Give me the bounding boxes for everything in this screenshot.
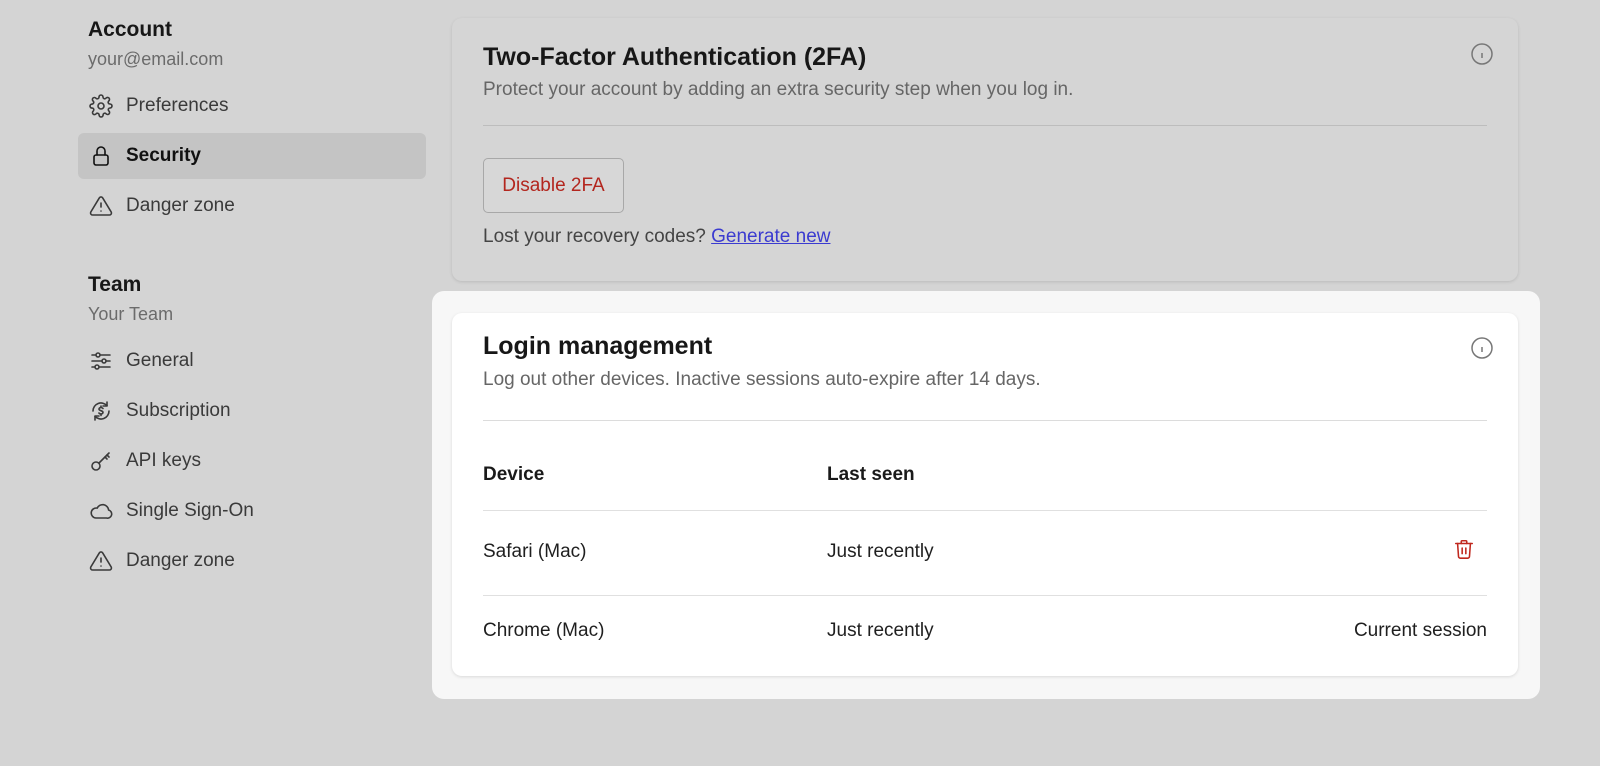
sidebar-item-label: Danger zone — [126, 195, 235, 216]
disable-2fa-button[interactable]: Disable 2FA — [483, 158, 624, 213]
sidebar-item-label: Single Sign-On — [126, 500, 254, 521]
sidebar-item-label: General — [126, 350, 194, 371]
sidebar-item-general[interactable]: General — [78, 338, 426, 384]
sidebar-item-danger-zone[interactable]: Danger zone — [78, 183, 426, 229]
login-management-title: Login management — [483, 332, 713, 360]
login-management-description: Log out other devices. Inactive sessions… — [483, 369, 1041, 390]
divider — [483, 125, 1487, 126]
cloud-icon — [88, 498, 114, 524]
row-separator — [483, 595, 1487, 596]
sidebar-item-label: Security — [126, 145, 201, 166]
sliders-icon — [88, 348, 114, 374]
gear-icon — [88, 93, 114, 119]
account-title: Account — [88, 18, 172, 41]
recovery-codes-text: Lost your recovery codes? Generate new — [483, 226, 830, 248]
sidebar-item-label: API keys — [126, 450, 201, 471]
two-factor-description: Protect your account by adding an extra … — [483, 79, 1074, 100]
session-last-seen: Just recently — [827, 541, 934, 562]
warning-icon — [88, 548, 114, 574]
sidebar-item-label: Preferences — [126, 95, 229, 116]
session-last-seen: Just recently — [827, 620, 934, 641]
table-row: Safari (Mac) Just recently — [483, 530, 1487, 574]
divider — [483, 420, 1487, 421]
table-row: Chrome (Mac) Just recently Current sessi… — [483, 609, 1487, 653]
column-header-last-seen: Last seen — [827, 464, 915, 485]
sidebar-item-preferences[interactable]: Preferences — [78, 83, 426, 129]
key-icon — [88, 448, 114, 474]
trash-icon[interactable] — [1453, 538, 1477, 562]
info-icon[interactable] — [1470, 336, 1494, 360]
sidebar-item-security[interactable]: Security — [78, 133, 426, 179]
sidebar-item-subscription[interactable]: Subscription — [78, 388, 426, 434]
session-device: Chrome (Mac) — [483, 620, 605, 641]
team-title: Team — [88, 273, 142, 296]
sessions-table-header: Device Last seen — [483, 460, 1487, 490]
account-email: your@email.com — [88, 49, 224, 69]
subscription-icon — [88, 398, 114, 424]
row-separator — [483, 510, 1487, 511]
sidebar-item-label: Subscription — [126, 400, 231, 421]
sidebar-item-team-danger-zone[interactable]: Danger zone — [78, 538, 426, 584]
sidebar: Account your@email.com Preferences Secur… — [78, 0, 426, 584]
account-header: Account your@email.com — [78, 17, 426, 71]
current-session-label: Current session — [1353, 620, 1487, 641]
info-icon[interactable] — [1470, 42, 1494, 66]
sidebar-item-single-sign-on[interactable]: Single Sign-On — [78, 488, 426, 534]
two-factor-title: Two-Factor Authentication (2FA) — [483, 43, 867, 71]
sidebar-item-api-keys[interactable]: API keys — [78, 438, 426, 484]
team-name: Your Team — [88, 304, 174, 324]
sidebar-item-label: Danger zone — [126, 550, 235, 571]
recovery-prompt: Lost your recovery codes? — [483, 226, 706, 247]
lock-icon — [88, 143, 114, 169]
session-device: Safari (Mac) — [483, 541, 587, 562]
warning-icon — [88, 193, 114, 219]
login-management-card: Login management Log out other devices. … — [452, 313, 1518, 676]
two-factor-card: Two-Factor Authentication (2FA) Protect … — [452, 18, 1518, 281]
settings-page: Account your@email.com Preferences Secur… — [0, 0, 1600, 766]
team-header: Team Your Team — [78, 272, 426, 326]
column-header-device: Device — [483, 464, 545, 485]
generate-new-link[interactable]: Generate new — [711, 226, 830, 247]
